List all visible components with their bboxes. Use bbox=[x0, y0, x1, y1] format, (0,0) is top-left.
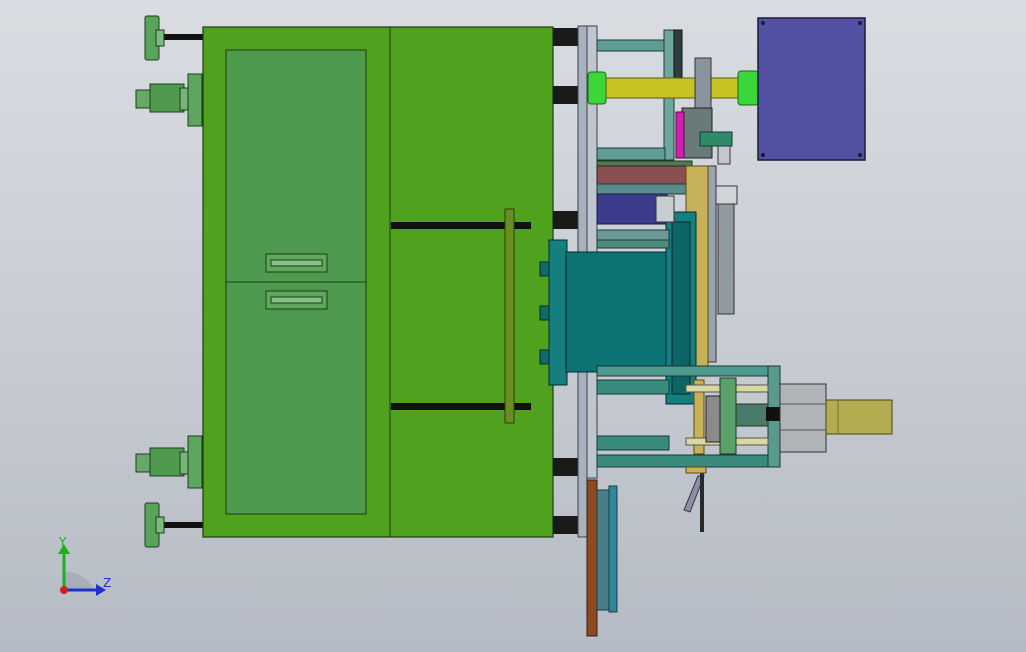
caster-top[interactable] bbox=[135, 73, 203, 127]
gearbox[interactable] bbox=[825, 399, 893, 435]
drive-motor-box[interactable] bbox=[757, 17, 866, 161]
assembly-drawing[interactable]: Y Z bbox=[0, 0, 1026, 652]
coordinate-triad[interactable]: Y Z bbox=[58, 535, 111, 596]
caster-bottom[interactable] bbox=[135, 435, 203, 489]
main-cabinet[interactable] bbox=[202, 26, 554, 538]
coupling-parts[interactable] bbox=[675, 57, 733, 165]
leveling-foot-bottom[interactable] bbox=[144, 502, 203, 548]
base-plate[interactable] bbox=[586, 479, 618, 637]
leveling-foot-top[interactable] bbox=[144, 15, 203, 61]
z-axis-label: Z bbox=[103, 576, 111, 590]
cabinet-handle-lower[interactable] bbox=[265, 290, 328, 310]
lever-arm[interactable] bbox=[683, 466, 707, 532]
cabinet-handle-upper[interactable] bbox=[265, 253, 328, 273]
cad-viewport[interactable]: Y Z bbox=[0, 0, 1026, 652]
triad-origin bbox=[60, 586, 68, 594]
y-axis-label: Y bbox=[58, 535, 67, 549]
